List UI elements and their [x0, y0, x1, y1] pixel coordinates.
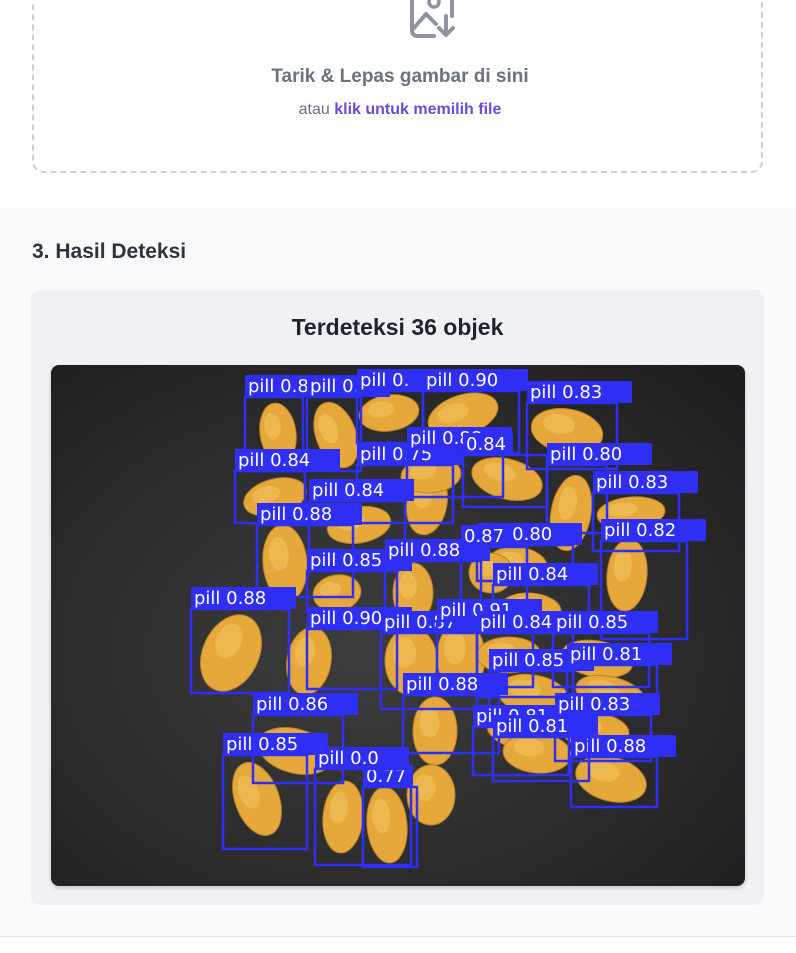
detection-label: pill 0. [360, 370, 409, 391]
detection-label: pill 0.0 [318, 748, 379, 769]
result-title: Terdeteksi 36 objek [291, 314, 504, 340]
detection-label: pill 0.90 [426, 370, 498, 391]
detection-label: pill 0.85 [492, 650, 564, 671]
detection-label: pill 0.83 [558, 694, 630, 715]
detection-label: pill 0.82 [604, 520, 676, 541]
detection-label: pill 0.84 [238, 450, 310, 471]
pill-highlight [419, 707, 440, 738]
pill-highlight [399, 572, 417, 599]
detection-label: pill 0.85 [556, 612, 628, 633]
upload-title: Tarik & Lepas gambar di sini [271, 66, 529, 87]
detection-label: pill 0.83 [596, 472, 668, 493]
detection-label: pill 0.90 [310, 608, 382, 629]
detection-image: pill 0.8 pill 0. pill 0. pill 0.90 pill 0.83… [51, 365, 745, 886]
upload-subtitle: atau klik untuk memilih file [2, 101, 796, 119]
detection-label: pill 0.85 [226, 734, 298, 755]
detection-label: pill 0.88 [194, 588, 266, 609]
section-title: 3. Hasil Deteksi [32, 240, 187, 263]
detection-label: pill 0.84 [312, 480, 384, 501]
detection-label: pill 0.81 [570, 644, 642, 665]
detection-section: 3. Hasil Deteksi Terdeteksi 36 objek pil… [0, 208, 796, 936]
detection-canvas: pill 0.8 pill 0. pill 0. pill 0.90pill 0.83… [51, 365, 745, 886]
detection-label: pill 0.84 [496, 564, 568, 585]
detection-label: pill 0.88 [574, 736, 646, 757]
image-download-icon [410, 0, 455, 38]
detection-label: pill 0.84 [480, 612, 552, 633]
divider [0, 936, 796, 937]
upload-sub-prefix: atau [298, 101, 330, 118]
detection-label: pill 0.80 [550, 444, 622, 465]
detection-label: pill 0.81 [496, 716, 568, 737]
detection-label: 0.84 [466, 434, 506, 455]
detection-label: pill 0.8 [248, 376, 309, 397]
choose-file-link[interactable]: klik untuk memilih file [334, 101, 501, 118]
detection-label: pill 0.85 [310, 550, 382, 571]
detection-label: pill 0.88 [388, 540, 460, 561]
upload-area: Tarik & Lepas gambar di sini atau klik u… [0, 0, 796, 208]
detection-label: pill 0. [310, 376, 359, 397]
drop-zone[interactable]: Tarik & Lepas gambar di sini atau klik u… [32, 0, 763, 173]
detection-label: pill 0.86 [256, 694, 328, 715]
pill-highlight [444, 631, 466, 665]
detection-label: pill 0.88 [406, 674, 478, 695]
result-card: Terdeteksi 36 objek pill 0.8 pill 0. pill … [31, 290, 764, 905]
detection-label: 0.87 [464, 526, 504, 547]
detection-label: pill 0.83 [530, 382, 602, 403]
detection-label: pill 0.88 [260, 504, 332, 525]
